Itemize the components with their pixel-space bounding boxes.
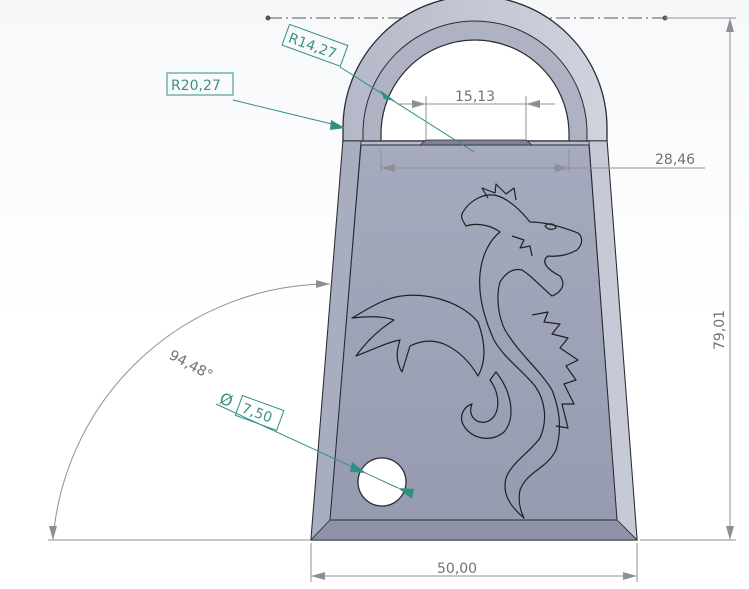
drawing-canvas: R20,27 R14,27 15,13 28,46 79,01 50,00 94… bbox=[0, 0, 749, 589]
drawing-svg: R20,27 R14,27 15,13 28,46 79,01 50,00 94… bbox=[48, 0, 736, 582]
slot-lip bbox=[418, 139, 534, 146]
keyring-hole-icon bbox=[357, 457, 407, 507]
radius-outer-label: R20,27 bbox=[171, 78, 221, 94]
diameter-symbol: Ø bbox=[217, 389, 235, 411]
bottom-width-dimension: 50,00 bbox=[310, 543, 638, 582]
overall-height-dimension: 79,01 bbox=[640, 17, 736, 541]
top-width-label: 28,46 bbox=[655, 152, 695, 168]
tag-bevel-bottom bbox=[310, 519, 638, 541]
slot-width-label: 15,13 bbox=[455, 89, 495, 105]
bottom-width-label: 50,00 bbox=[437, 561, 477, 577]
centerline-end bbox=[265, 15, 271, 21]
radius-inner-label: R14,27 bbox=[286, 30, 338, 62]
arch bbox=[342, 0, 608, 142]
side-angle-dimension: 94,48° bbox=[48, 280, 331, 541]
overall-height-label: 79,01 bbox=[712, 310, 728, 350]
side-angle-label: 94,48° bbox=[166, 347, 215, 383]
radius-outer-dimension: R20,27 bbox=[166, 72, 345, 130]
